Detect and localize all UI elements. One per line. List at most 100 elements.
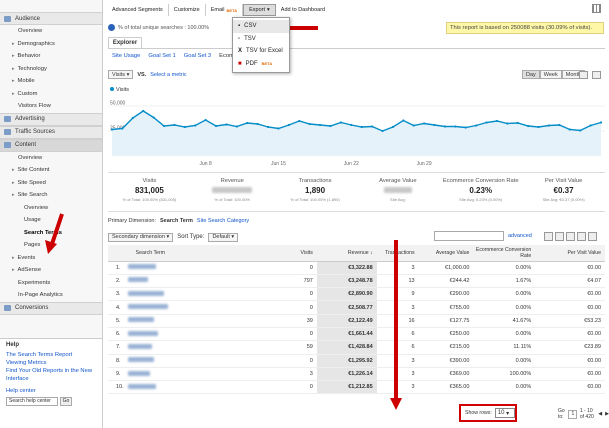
sidebar-item-search-terms[interactable]: Search Terms [0,227,102,240]
export-tsv-item[interactable]: ▫ TSV [233,33,289,46]
export-button[interactable]: Export ▾ [243,4,276,16]
period-day-button[interactable]: Day [522,70,540,79]
dimension-site-search-category[interactable]: Site Search Category [197,218,249,224]
sidebar-item-demographics[interactable]: Demographics [0,38,102,51]
export-csv-item[interactable]: ▪ CSV [233,20,289,33]
period-week-button[interactable]: Week [539,70,562,79]
sidebar-section-content[interactable]: Content [0,138,102,152]
advanced-filter-link[interactable]: advanced [508,233,532,239]
table-row[interactable]: 4. 0 €2,508.77 3 €755.00 0.00% €0.00 [108,300,605,315]
col-conversion-rate[interactable]: Ecommerce Conversion Rate [473,245,536,262]
sidebar-item-mobile[interactable]: Mobile [0,75,102,88]
add-to-dashboard-button[interactable]: Add to Dashboard [276,4,330,16]
data-point[interactable] [298,119,301,123]
table-view-icon[interactable] [544,232,553,241]
data-point[interactable] [318,123,322,127]
next-page-icon[interactable]: ▶ [605,411,609,417]
col-per-visit-value[interactable]: Per Visit Value [535,245,605,262]
search-term-cell[interactable] [127,380,248,395]
col-transactions[interactable]: Transactions [376,245,419,262]
data-point[interactable] [152,116,155,119]
table-row[interactable]: 1. 0 €3,322.88 3 €1,000.00 0.00% €0.00 [108,261,605,275]
sidebar-item-events[interactable]: Events [0,252,102,265]
data-point[interactable] [423,122,426,125]
motion-chart-icon[interactable] [592,71,601,79]
sidebar-item-technology[interactable]: Technology [0,63,102,76]
table-row[interactable]: 10. 0 €1,212.85 3 €365.00 0.00% €0.00 [108,380,605,395]
col-revenue[interactable]: Revenue ↓ [316,245,377,262]
sidebar-item-site-search[interactable]: Site Search [0,189,102,202]
advanced-segments-button[interactable]: Advanced Segments [107,4,169,16]
data-point[interactable] [308,122,311,126]
help-link-old-reports[interactable]: Find Your Old Reports in the New Interfa… [6,367,96,383]
sidebar-section-traffic[interactable]: Traffic Sources [0,125,102,139]
search-term-cell[interactable] [127,367,248,382]
prev-page-icon[interactable]: ◀ [598,411,602,417]
search-term-cell[interactable] [127,261,248,275]
help-link-search-terms[interactable]: The Search Terms Report [6,351,96,359]
col-average-value[interactable]: Average Value [418,245,474,262]
percentage-view-icon[interactable] [555,232,564,241]
help-link-viewing-metrics[interactable]: Viewing Metrics [6,359,96,367]
search-term-cell[interactable] [127,327,248,342]
search-term-cell[interactable] [127,287,248,302]
data-point[interactable] [402,119,405,122]
data-point[interactable] [506,122,509,125]
data-point[interactable] [516,121,519,125]
data-point[interactable] [339,121,342,124]
customize-button[interactable]: Customize [169,4,206,16]
email-button[interactable]: Email BETA [206,4,244,16]
data-point[interactable] [464,126,467,129]
data-point[interactable] [329,124,332,128]
sidebar-item-custom[interactable]: Custom [0,88,102,101]
table-row[interactable]: 3. 0 €2,890.90 9 €290.00 0.00% €0.00 [108,287,605,302]
subtab-site-usage[interactable]: Site Usage [112,53,140,59]
line-chart-icon[interactable] [579,71,588,79]
subtab-goal-set-1[interactable]: Goal Set 1 [148,53,175,59]
table-row[interactable]: 5. 39 €2,122.49 16 €127.75 41.67% €53.23 [108,314,605,328]
tab-explorer[interactable]: Explorer [108,37,142,48]
data-point[interactable] [131,116,134,120]
data-point[interactable] [579,129,582,132]
performance-view-icon[interactable] [566,232,575,241]
data-point[interactable] [537,125,540,129]
grid-view-icon[interactable] [592,4,601,13]
help-search-input[interactable]: Search help center [6,397,58,406]
secondary-dimension-dropdown[interactable]: Secondary dimension ▾ [108,232,174,242]
col-search-term[interactable]: Search Term [127,245,248,262]
data-point[interactable] [142,109,145,113]
table-row[interactable]: 2. 797 €3,248.78 13 €244.42 1.67% €4.07 [108,274,605,289]
table-row[interactable]: 6. 0 €1,661.44 6 €250.00 0.00% €0.00 [108,327,605,342]
export-pdf-item[interactable]: ■ PDF BETA [233,58,289,71]
col-visits[interactable]: Visits [247,245,317,262]
sidebar-section-audience[interactable]: Audience [0,12,102,25]
export-tsv-excel-item[interactable]: X TSV for Excel [233,45,289,58]
data-point[interactable] [246,121,249,125]
sidebar-item-adsense[interactable]: AdSense [0,264,102,277]
sidebar-item-in-page-analytics[interactable]: In-Page Analytics [0,289,102,302]
data-point[interactable] [381,129,384,133]
table-row[interactable]: 9. 3 €1,226.14 3 €369.00 100.00% €0.00 [108,367,605,382]
sidebar-item-experiments[interactable]: Experiments [0,277,102,290]
data-point[interactable] [194,124,197,127]
sidebar-item-usage[interactable]: Usage [0,214,102,227]
sidebar-item-behavior[interactable]: Behavior [0,50,102,63]
sidebar-item-site-speed[interactable]: Site Speed [0,177,102,190]
table-search-input[interactable] [434,231,504,241]
comparison-view-icon[interactable] [577,232,586,241]
data-point[interactable] [235,125,238,128]
metric-dropdown[interactable]: Visits ▾ [108,70,134,79]
sidebar-section-conversions[interactable]: Conversions [0,301,102,315]
data-point[interactable] [527,124,530,128]
sidebar-item-visitors-flow[interactable]: Visitors Flow [0,100,102,113]
help-go-button[interactable]: Go [60,397,72,406]
data-point[interactable] [475,124,478,127]
data-point[interactable] [433,123,436,127]
table-row[interactable]: 8. 0 €1,295.92 3 €390.00 0.00% €0.00 [108,354,605,368]
data-point[interactable] [173,123,176,127]
sidebar-item-overview[interactable]: Overview [0,25,102,38]
data-point[interactable] [371,125,374,128]
sort-type-dropdown[interactable]: Default ▾ [208,232,239,242]
data-point[interactable] [256,122,259,126]
search-term-cell[interactable] [127,354,248,368]
